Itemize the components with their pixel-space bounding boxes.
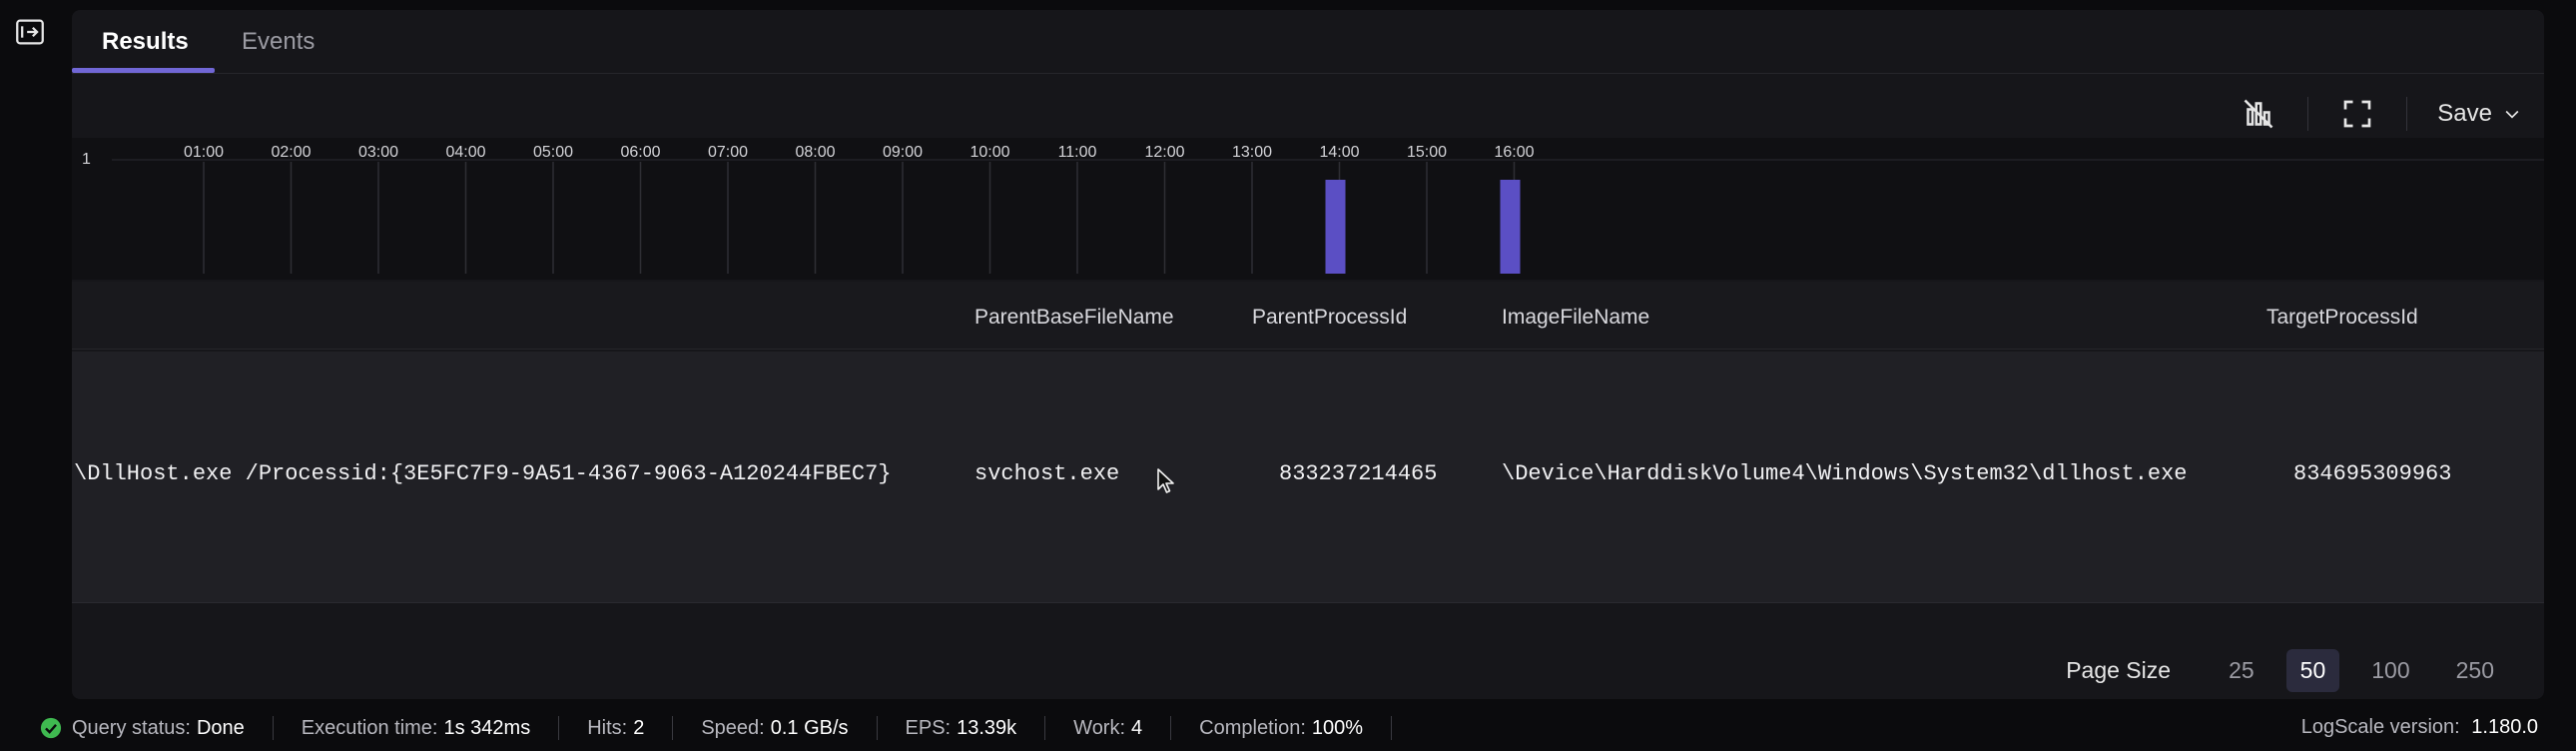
check-circle-icon xyxy=(40,717,62,739)
hits-value: 2 xyxy=(633,716,645,739)
query-status-label: Query status: xyxy=(72,716,191,739)
column-header-image-file-name[interactable]: ImageFileName xyxy=(1502,306,1649,330)
histogram-tick-label: 16:00 xyxy=(1494,144,1534,161)
column-header-parent-process-id[interactable]: ParentProcessId xyxy=(1252,306,1407,330)
histogram-tick-label: 14:00 xyxy=(1319,144,1359,161)
execution-time-label: Execution time: xyxy=(301,716,438,739)
results-panel: Results Events Save 1 01:00 02:00 03:00 … xyxy=(72,10,2544,699)
chart-off-icon xyxy=(2244,99,2273,129)
query-status: Query status: Done xyxy=(0,716,274,740)
histogram-tick-label: 07:00 xyxy=(708,144,748,161)
expand-sidebar-button[interactable] xyxy=(12,14,48,50)
cell-parent-process-id: 833237214465 xyxy=(1279,461,1438,486)
histogram-bar[interactable] xyxy=(1325,180,1346,274)
histogram-tick-label: 03:00 xyxy=(358,144,398,161)
histogram-tick-label: 01:00 xyxy=(184,144,224,161)
execution-time: Execution time: 1s 342ms xyxy=(274,716,560,740)
sidebar-expand-icon xyxy=(16,19,44,45)
event-histogram[interactable]: 1 01:00 02:00 03:00 04:00 05:00 06:00 07:00 08:0… xyxy=(72,138,2544,280)
histogram-tick-label: 06:00 xyxy=(620,144,660,161)
page-size-option-50[interactable]: 50 xyxy=(2285,649,2340,692)
tab-events[interactable]: Events xyxy=(242,28,315,56)
histogram-tick-label: 12:00 xyxy=(1144,144,1184,161)
eps: EPS: 13.39k xyxy=(878,716,1046,740)
cell-parent-base-file-name: svchost.exe xyxy=(974,461,1120,486)
cell-command-line: \DllHost.exe /Processid:{3E5FC7F9-9A51-4… xyxy=(74,461,892,486)
page-size-selector: Page Size 25 50 100 250 xyxy=(2066,649,2508,692)
version-label: LogScale version: xyxy=(2300,716,2460,738)
page-size-label: Page Size xyxy=(2066,657,2172,683)
save-label: Save xyxy=(2437,100,2492,127)
histogram-tick-label: 05:00 xyxy=(533,144,573,161)
speed: Speed: 0.1 GB/s xyxy=(673,716,878,740)
histogram-bar[interactable] xyxy=(1500,180,1521,274)
eps-value: 13.39k xyxy=(957,716,1017,739)
save-button[interactable]: Save xyxy=(2437,100,2522,128)
histogram-tick-label: 10:00 xyxy=(969,144,1009,161)
toolbar-divider xyxy=(2307,97,2309,131)
work: Work: 4 xyxy=(1045,716,1172,740)
execution-time-value: 1s 342ms xyxy=(443,716,531,739)
fullscreen-button[interactable] xyxy=(2338,95,2376,133)
hide-chart-button[interactable] xyxy=(2240,95,2277,133)
query-status-value: Done xyxy=(196,716,245,739)
eps-label: EPS: xyxy=(905,716,952,739)
page-size-option-25[interactable]: 25 xyxy=(2215,649,2268,692)
toolbar-divider xyxy=(2406,97,2408,131)
histogram-tick-label: 11:00 xyxy=(1058,144,1097,161)
histogram-tick-label: 15:00 xyxy=(1407,144,1447,161)
column-header-parent-base-file-name[interactable]: ParentBaseFileName xyxy=(974,306,1174,330)
speed-label: Speed: xyxy=(701,716,765,739)
histogram-tick-label: 02:00 xyxy=(271,144,311,161)
hits-label: Hits: xyxy=(587,716,628,739)
logscale-version: LogScale version: 1.180.0 xyxy=(2301,716,2538,739)
chevron-down-icon xyxy=(2505,110,2519,119)
work-value: 4 xyxy=(1131,716,1143,739)
fullscreen-icon xyxy=(2343,100,2371,128)
histogram-chart: 1 01:00 02:00 03:00 04:00 05:00 06:00 07:00 08:0… xyxy=(82,144,2544,274)
histogram-tick-label: 09:00 xyxy=(883,144,923,161)
completion: Completion: 100% xyxy=(1171,716,1393,740)
active-tab-indicator xyxy=(72,68,215,73)
table-row[interactable]: \DllHost.exe /Processid:{3E5FC7F9-9A51-4… xyxy=(72,352,2544,603)
cell-image-file-name: \Device\HarddiskVolume4\Windows\System32… xyxy=(1502,461,2188,486)
completion-label: Completion: xyxy=(1199,716,1306,739)
histogram-tick-label: 13:00 xyxy=(1232,144,1272,161)
version-value: 1.180.0 xyxy=(2471,716,2538,738)
hits: Hits: 2 xyxy=(559,716,674,740)
page-size-option-100[interactable]: 100 xyxy=(2357,649,2423,692)
cell-target-process-id: 834695309963 xyxy=(2293,461,2452,486)
histogram-y-max-label: 1 xyxy=(82,151,91,168)
column-header-target-process-id[interactable]: TargetProcessId xyxy=(2266,306,2418,330)
histogram-tick-label: 04:00 xyxy=(445,144,485,161)
left-rail xyxy=(0,0,62,751)
tab-results[interactable]: Results xyxy=(102,28,189,56)
mouse-cursor-icon xyxy=(1157,468,1174,493)
completion-value: 100% xyxy=(1311,716,1364,739)
histogram-tick-label: 08:00 xyxy=(795,144,835,161)
work-label: Work: xyxy=(1073,716,1126,739)
tab-bar: Results Events xyxy=(72,10,2544,74)
page-size-option-250[interactable]: 250 xyxy=(2442,649,2508,692)
status-bar: Query status: Done Execution time: 1s 34… xyxy=(0,705,2576,751)
speed-value: 0.1 GB/s xyxy=(770,716,849,739)
results-toolbar: Save xyxy=(2240,86,2522,142)
table-header: ParentBaseFileName ParentProcessId Image… xyxy=(72,282,2544,350)
